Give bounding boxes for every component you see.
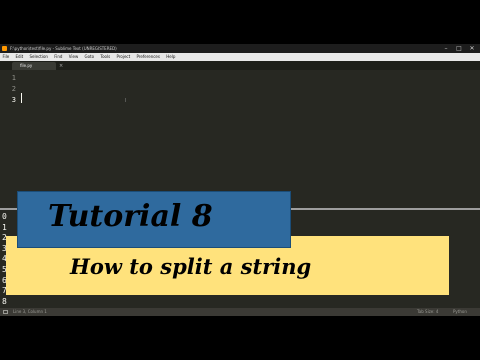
line-number: 2 [11,85,16,93]
menu-file[interactable]: File [0,53,12,61]
tutorial-subtitle: How to split a string [70,254,312,279]
letterbox-top [0,0,480,44]
line-number: 1 [11,74,16,82]
status-bar: Line 3, Column 1 Tab Size: 4 Python [0,308,480,316]
minimize-icon[interactable]: – [440,44,452,53]
menu-tools[interactable]: Tools [98,53,113,61]
console-line: 1 [2,222,7,232]
menu-bar: File Edit Selection Find View Goto Tools… [0,53,480,61]
mouse-ibeam-icon: I [125,98,127,104]
tab-close-icon[interactable]: × [59,62,63,70]
menu-goto[interactable]: Goto [82,53,97,61]
menu-help[interactable]: Help [164,53,178,61]
tutorial-title: Tutorial 8 [48,199,213,234]
title-banner: Tutorial 8 [18,192,290,247]
line-number-gutter: 1 2 3 [0,73,16,106]
code-editor[interactable]: 1 2 3 I [0,70,480,208]
tab-label: file.py [20,63,33,68]
syntax-indicator[interactable]: Python [453,308,467,316]
text-cursor [21,93,22,103]
tab-file-py[interactable]: file.py × [12,62,63,70]
tab-size-indicator[interactable]: Tab Size: 4 [417,308,438,316]
maximize-icon[interactable]: □ [453,44,465,53]
menu-preferences[interactable]: Preferences [134,53,163,61]
menu-find[interactable]: Find [52,53,65,61]
menu-selection[interactable]: Selection [27,53,50,61]
cursor-position: Line 3, Column 1 [13,309,47,314]
panel-toggle-icon[interactable] [3,310,8,314]
title-bar: F:\python\test\file.py - Sublime Text (U… [0,44,480,53]
sublime-app-icon [2,46,7,51]
console-line: 8 [2,296,7,306]
line-number-current: 3 [11,96,16,104]
console-line: 0 [2,212,7,221]
menu-project[interactable]: Project [114,53,133,61]
close-icon[interactable]: ✕ [466,44,478,53]
menu-edit[interactable]: Edit [13,53,26,61]
menu-view[interactable]: View [66,53,81,61]
window-title: F:\python\test\file.py - Sublime Text (U… [10,46,117,51]
tab-bar: ◂ file.py × ▾ [0,61,480,85]
letterbox-bottom [0,316,480,360]
